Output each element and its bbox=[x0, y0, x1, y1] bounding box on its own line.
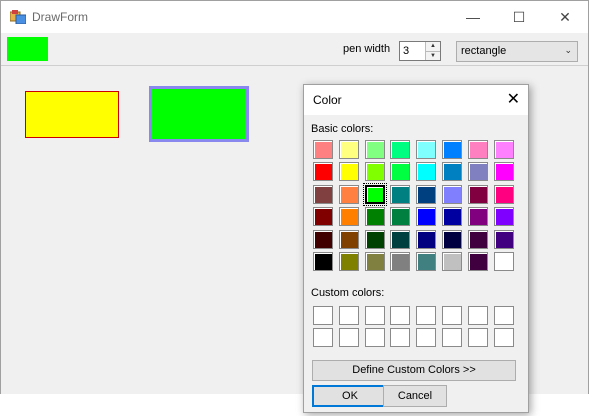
drawn-rectangle-green bbox=[149, 86, 249, 142]
basic-color-swatch[interactable] bbox=[493, 140, 514, 159]
basic-color-swatch[interactable] bbox=[364, 140, 385, 159]
pen-width-stepper[interactable]: 3 ▲ ▼ bbox=[399, 41, 441, 61]
basic-color-swatch[interactable] bbox=[493, 251, 514, 271]
basic-color-swatch[interactable] bbox=[338, 207, 359, 227]
basic-color-swatch[interactable] bbox=[467, 140, 488, 159]
cancel-button[interactable]: Cancel bbox=[383, 385, 447, 407]
custom-color-swatch[interactable] bbox=[441, 328, 462, 348]
basic-color-swatch[interactable] bbox=[416, 162, 437, 182]
custom-color-swatch[interactable] bbox=[467, 306, 488, 325]
custom-color-swatch[interactable] bbox=[416, 306, 437, 325]
custom-color-swatch[interactable] bbox=[416, 328, 437, 348]
custom-color-swatch[interactable] bbox=[313, 328, 333, 348]
basic-color-swatch[interactable] bbox=[441, 162, 462, 182]
basic-color-swatch[interactable] bbox=[441, 229, 462, 249]
basic-colors-label: Basic colors: bbox=[311, 123, 374, 135]
basic-color-swatch[interactable] bbox=[364, 207, 385, 227]
custom-color-swatch[interactable] bbox=[364, 306, 385, 325]
toolbar: pen width 3 ▲ ▼ rectangle ⌄ bbox=[1, 33, 588, 66]
custom-color-swatch[interactable] bbox=[338, 306, 359, 325]
basic-color-swatch[interactable] bbox=[390, 207, 411, 227]
custom-color-swatch[interactable] bbox=[493, 328, 514, 348]
basic-color-swatch[interactable] bbox=[338, 140, 359, 159]
basic-color-swatch[interactable] bbox=[467, 229, 488, 249]
shape-select[interactable]: rectangle ⌄ bbox=[456, 41, 578, 62]
color-dialog: Color ✕ Basic colors: Custom colors: Def… bbox=[303, 84, 529, 413]
basic-color-swatch[interactable] bbox=[338, 229, 359, 249]
custom-color-swatch[interactable] bbox=[364, 328, 385, 348]
dialog-close-icon[interactable]: ✕ bbox=[507, 89, 520, 109]
basic-color-swatch[interactable] bbox=[313, 140, 333, 159]
basic-color-swatch[interactable] bbox=[441, 184, 462, 204]
stepper-up-icon[interactable]: ▲ bbox=[425, 42, 440, 51]
maximize-icon: ☐ bbox=[512, 9, 526, 25]
custom-color-swatch[interactable] bbox=[313, 306, 333, 325]
chevron-down-icon[interactable]: ⌄ bbox=[564, 45, 572, 56]
basic-color-swatch[interactable] bbox=[441, 207, 462, 227]
basic-color-swatch[interactable] bbox=[493, 229, 514, 249]
basic-color-swatch[interactable] bbox=[416, 184, 437, 204]
basic-color-swatch[interactable] bbox=[390, 251, 411, 271]
window-title: DrawForm bbox=[32, 10, 88, 24]
basic-color-swatch[interactable] bbox=[493, 184, 514, 204]
basic-color-swatch[interactable] bbox=[467, 162, 488, 182]
define-custom-colors-button[interactable]: Define Custom Colors >> bbox=[312, 360, 516, 381]
minimize-icon: — bbox=[466, 9, 480, 25]
basic-color-swatch[interactable] bbox=[313, 162, 333, 182]
basic-color-swatch[interactable] bbox=[441, 140, 462, 159]
basic-color-swatch[interactable] bbox=[313, 207, 333, 227]
basic-color-swatch[interactable] bbox=[364, 251, 385, 271]
pen-width-value[interactable]: 3 bbox=[403, 45, 409, 57]
ok-button[interactable]: OK bbox=[312, 385, 388, 407]
basic-color-swatch[interactable] bbox=[416, 229, 437, 249]
dialog-title-bar[interactable]: Color ✕ bbox=[304, 85, 528, 115]
pen-width-label: pen width bbox=[343, 43, 391, 55]
basic-color-swatch[interactable] bbox=[493, 207, 514, 227]
custom-color-swatch[interactable] bbox=[338, 328, 359, 348]
basic-color-swatch[interactable] bbox=[338, 162, 359, 182]
basic-color-swatch[interactable] bbox=[338, 251, 359, 271]
close-icon: ✕ bbox=[559, 9, 571, 25]
basic-color-swatch[interactable] bbox=[416, 140, 437, 159]
custom-colors-grid bbox=[313, 306, 514, 348]
basic-color-swatch[interactable] bbox=[362, 182, 387, 206]
drawn-rectangle-yellow bbox=[25, 91, 119, 138]
basic-color-swatch[interactable] bbox=[364, 229, 385, 249]
basic-color-swatch[interactable] bbox=[441, 251, 462, 271]
basic-color-swatch[interactable] bbox=[390, 184, 411, 204]
custom-color-swatch[interactable] bbox=[493, 306, 514, 325]
maximize-button[interactable]: ☐ bbox=[496, 1, 542, 33]
basic-color-swatch[interactable] bbox=[313, 251, 333, 271]
basic-color-swatch[interactable] bbox=[416, 251, 437, 271]
basic-color-swatch[interactable] bbox=[467, 184, 488, 204]
basic-color-swatch[interactable] bbox=[467, 251, 488, 271]
custom-color-swatch[interactable] bbox=[467, 328, 488, 348]
basic-color-swatch[interactable] bbox=[364, 162, 385, 182]
basic-colors-grid bbox=[313, 140, 514, 271]
custom-color-swatch[interactable] bbox=[441, 306, 462, 325]
dialog-title: Color bbox=[313, 93, 342, 107]
shape-select-value: rectangle bbox=[461, 45, 507, 57]
custom-colors-label: Custom colors: bbox=[311, 287, 385, 299]
basic-color-swatch[interactable] bbox=[313, 229, 333, 249]
custom-color-swatch[interactable] bbox=[390, 306, 411, 325]
title-bar[interactable]: DrawForm — ☐ ✕ bbox=[1, 1, 588, 33]
custom-color-swatch[interactable] bbox=[390, 328, 411, 348]
basic-color-swatch[interactable] bbox=[493, 162, 514, 182]
stepper-down-icon[interactable]: ▼ bbox=[425, 51, 440, 60]
basic-color-swatch[interactable] bbox=[467, 207, 488, 227]
basic-color-swatch[interactable] bbox=[390, 162, 411, 182]
basic-color-swatch[interactable] bbox=[338, 184, 359, 204]
basic-color-swatch[interactable] bbox=[416, 207, 437, 227]
close-button[interactable]: ✕ bbox=[542, 1, 588, 33]
basic-color-swatch[interactable] bbox=[390, 229, 411, 249]
minimize-button[interactable]: — bbox=[450, 1, 496, 33]
basic-color-swatch[interactable] bbox=[313, 184, 333, 204]
app-icon bbox=[10, 10, 26, 24]
basic-color-swatch[interactable] bbox=[390, 140, 411, 159]
current-color-swatch[interactable] bbox=[7, 37, 48, 61]
